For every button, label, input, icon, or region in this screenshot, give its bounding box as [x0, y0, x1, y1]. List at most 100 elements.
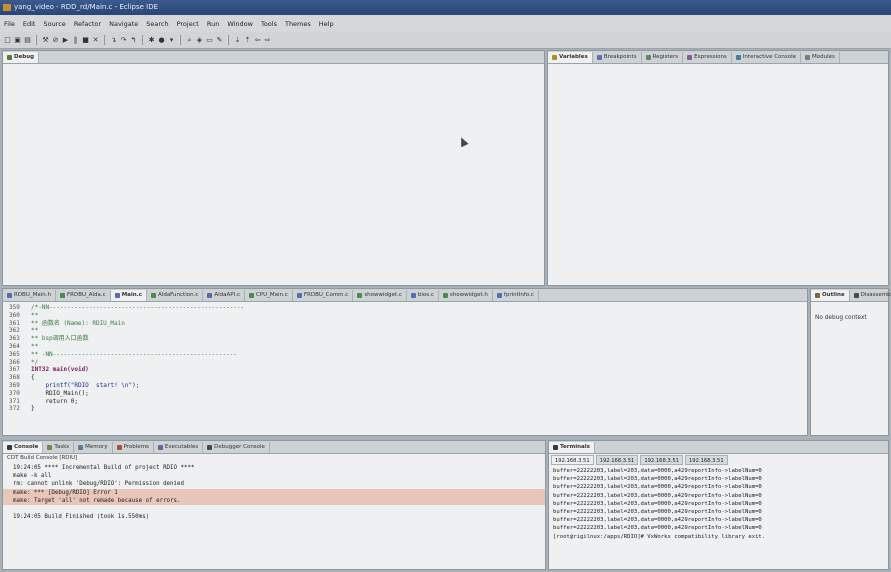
window-title-bar: yang_video - RDD_rd/Main.c - Eclipse IDE — [0, 0, 891, 15]
terminal-host-tab[interactable]: 192.168.3.51 — [551, 455, 594, 465]
tab-tasks[interactable]: Tasks — [43, 442, 75, 453]
view-tab-icon — [596, 55, 602, 60]
debug-icon[interactable]: ✱ — [148, 36, 155, 44]
tab-terminals[interactable]: Terminals — [549, 442, 595, 453]
toolbar-separator — [142, 35, 143, 45]
new-icon[interactable]: □ — [4, 36, 11, 44]
terminal-line: buffer=22222203,label=203,data=0000,a429… — [553, 476, 762, 483]
terminal-output[interactable]: buffer=22222203,label=203,data=0000,a429… — [549, 467, 888, 541]
menu-window[interactable]: Window — [227, 20, 253, 28]
step-return-icon[interactable]: ↰ — [130, 36, 137, 44]
suspend-icon[interactable]: ‖ — [72, 36, 79, 44]
tab-rdbu-main-h[interactable]: RDBU_Main.h — [3, 290, 56, 301]
code-line: 359 /*-NN--------------------------------… — [9, 304, 801, 312]
code-line: 364 ** — [9, 343, 801, 351]
terminate-icon[interactable]: ■ — [82, 36, 89, 44]
console-header: CDT Build Console [RDIU] — [7, 455, 78, 461]
code-editor: RDBU_Main.h FRDBU_Alda.c Main.c AldaFunctio… — [2, 288, 808, 436]
forward-icon[interactable]: ⇨ — [264, 36, 271, 44]
tab-label: Debugger Console — [214, 444, 265, 450]
menu-search[interactable]: Search — [146, 20, 168, 28]
window-title: yang_video - RDD_rd/Main.c - Eclipse IDE — [14, 3, 159, 11]
file-tab-icon — [59, 293, 65, 298]
tab-label: RDBU_Main.h — [14, 292, 51, 298]
view-tab-icon — [552, 55, 557, 60]
run-icon[interactable]: ● — [158, 36, 165, 44]
menu-run[interactable]: Run — [207, 20, 219, 28]
tab-main-c[interactable]: Main.c — [110, 290, 148, 301]
menu-edit[interactable]: Edit — [23, 20, 36, 28]
skip-breakpoints-icon[interactable]: ⊘ — [52, 36, 59, 44]
view-tab-icon — [687, 55, 693, 60]
menu-project[interactable]: Project — [177, 20, 199, 28]
tab-showwidget-c[interactable]: showwidget.c — [353, 290, 407, 301]
tab-debugger-console[interactable]: Debugger Console — [203, 442, 270, 453]
menu-refactor[interactable]: Refactor — [74, 20, 101, 28]
menu-themes[interactable]: Themes — [285, 20, 311, 28]
code-line: 366 */ — [9, 359, 801, 367]
resume-icon[interactable]: ▶ — [62, 36, 69, 44]
menu-help[interactable]: Help — [319, 20, 334, 28]
console-line: make -k all — [13, 473, 52, 480]
debug-view: Debug — [2, 50, 545, 286]
tab-fprintinfo-c[interactable]: fprintInfo.c — [493, 290, 539, 301]
tab-frdbu-alda-c[interactable]: FRDBU_Alda.c — [56, 290, 111, 301]
tab-modules[interactable]: Modules — [801, 52, 840, 63]
tab-frdbu-comm-c[interactable]: FRDBU_Comm.c — [293, 290, 354, 301]
menu-navigate[interactable]: Navigate — [109, 20, 138, 28]
tab-label: Disassembly — [860, 292, 891, 298]
tab-expressions[interactable]: Expressions — [683, 52, 732, 63]
terminal-host-tab[interactable]: 192.168.3.51 — [684, 455, 728, 465]
terminal-line: buffer=22222203,label=203,data=0000,a429… — [553, 484, 762, 491]
next-annotation-icon[interactable]: ⇣ — [234, 36, 241, 44]
tab-breakpoints[interactable]: Breakpoints — [593, 52, 642, 63]
terminal-host-tab[interactable]: 192.168.3.51 — [640, 455, 683, 465]
menu-file[interactable]: File — [4, 20, 15, 28]
prev-annotation-icon[interactable]: ⇡ — [244, 36, 251, 44]
disconnect-icon[interactable]: ✕ — [92, 36, 99, 44]
file-tab-icon — [442, 293, 448, 298]
code-line: 371 return 0; — [9, 398, 801, 406]
step-over-icon[interactable]: ↷ — [120, 36, 127, 44]
console-line: 19:24:05 **** Incremental Build of proje… — [13, 465, 195, 471]
search-icon[interactable]: ⌕ — [186, 36, 193, 44]
back-icon[interactable]: ⇦ — [254, 36, 261, 44]
code-text: { — [31, 374, 35, 382]
code-text: ** — [31, 342, 39, 350]
tab-debug[interactable]: Debug — [3, 52, 40, 63]
menu-source[interactable]: Source — [43, 20, 65, 28]
editor-text-area[interactable]: 359 /*-NN--------------------------------… — [9, 304, 801, 433]
tab-executables[interactable]: Executables — [154, 442, 204, 453]
open-type-icon[interactable]: ◈ — [196, 36, 203, 44]
console-output[interactable]: 19:24:05 **** Incremental Build of proje… — [3, 464, 545, 521]
line-number: 364 — [9, 342, 20, 350]
tab-interactive-console[interactable]: Interactive Console — [732, 52, 802, 63]
open-folder-icon[interactable]: ▭ — [206, 36, 213, 44]
tab-label: CPU_Main.c — [256, 292, 288, 298]
external-tools-icon[interactable]: ▾ — [168, 36, 175, 44]
tab-disassembly[interactable]: Disassembly — [850, 290, 891, 301]
tab-memory[interactable]: Memory — [74, 442, 113, 453]
pencil-icon[interactable]: ✎ — [216, 36, 223, 44]
tab-registers[interactable]: Registers — [642, 52, 684, 63]
terminal-host-tab[interactable]: 192.168.3.51 — [595, 455, 639, 465]
tab-aldafunction-c[interactable]: AldaFunction.c — [147, 290, 204, 301]
step-into-icon[interactable]: ↴ — [110, 36, 117, 44]
tab-outline[interactable]: Outline — [811, 290, 850, 301]
print-icon[interactable]: ▤ — [24, 36, 31, 44]
tab-problems[interactable]: Problems — [113, 442, 154, 453]
tab-aldaapi-c[interactable]: AldaAPI.c — [203, 290, 245, 301]
tab-showwidget-h[interactable]: showwidget.h — [439, 290, 493, 301]
tab-console[interactable]: Console — [3, 442, 44, 453]
tab-variables[interactable]: Variables — [548, 52, 593, 63]
build-icon[interactable]: ⚒ — [42, 36, 49, 44]
line-number: 363 — [9, 335, 20, 343]
menu-tools[interactable]: Tools — [261, 20, 277, 28]
tab-cpu-main-c[interactable]: CPU_Main.c — [245, 290, 293, 301]
code-text: return 0; — [31, 397, 78, 405]
view-tab-icon — [853, 293, 859, 298]
save-icon[interactable]: ▣ — [14, 36, 21, 44]
tab-bios-c[interactable]: bios.c — [407, 290, 439, 301]
console-view: Console Tasks Memory Problems Executables Deb… — [2, 440, 546, 570]
line-number: 372 — [9, 405, 20, 413]
